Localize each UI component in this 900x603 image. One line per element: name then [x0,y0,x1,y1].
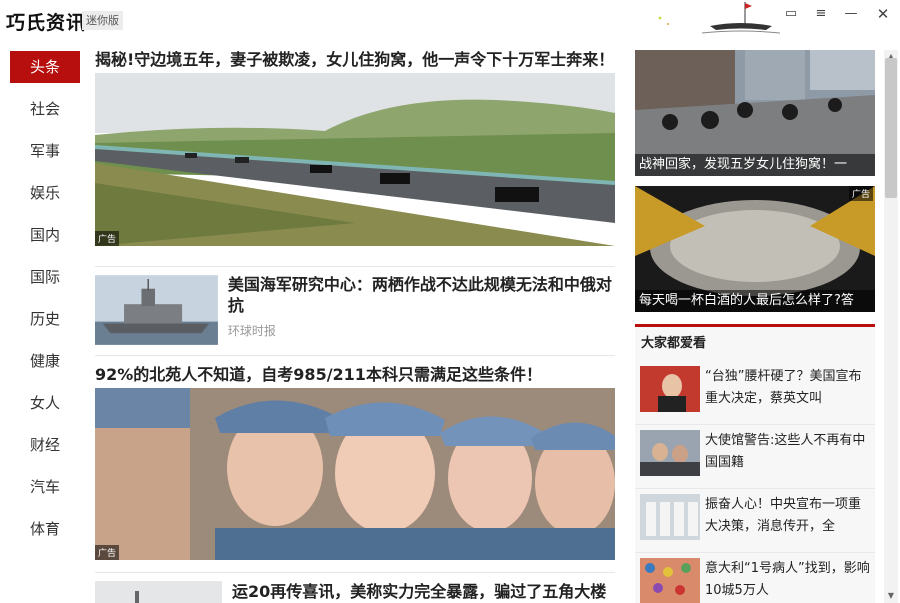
article-source: 环球时报 [227,324,276,338]
popular-item[interactable]: 振奋人心！中央宣布一项重大决策，消息传开，全 [635,489,875,553]
popular-title: 大使馆警告:这些人不再有中国国籍 [705,433,866,470]
app-logo: 巧氏资讯 [6,12,87,34]
ad-caption: 战神回家，发现五岁女儿住狗窝！一 [635,154,875,176]
sidebar-right: 战神回家，发现五岁女儿住狗窝！一 广告 每天喝一杯白酒的人最后怎么样了?答 大家… [635,50,875,603]
divider [95,266,615,267]
article-title[interactable]: 92%的北苑人不知道，自考985/211本科只需满足这些条件！ [95,364,615,386]
popular-title: 振奋人心！中央宣布一项重大决策，消息传开，全 [705,497,862,534]
popular-title: 意大利“1号病人”找到，影响10城5万人 [705,561,870,598]
popular-item[interactable]: 大使馆警告:这些人不再有中国国籍 [635,425,875,489]
nav-item-auto[interactable]: 汽车 [10,471,80,503]
popular-thumbnail [640,558,700,603]
divider [95,572,615,573]
scrollbar[interactable]: ▲ ▼ [884,50,898,603]
ad-card[interactable]: 战神回家，发现五岁女儿住狗窝！一 [635,50,875,176]
feed-item-ad[interactable]: 揭秘!守边境五年，妻子被欺凌，女儿住狗窝，他一声令下十万军士奔来！ 广告 [95,40,615,246]
nav-item-society[interactable]: 社会 [10,93,80,125]
popular-section: 大家都爱看 “台独”腰杆硬了？美国宣布重大决定，蔡英文叫 大使馆警告:这些人不再… [635,324,875,603]
popular-heading: 大家都爱看 [641,336,707,351]
mini-version-badge: 迷你版 [82,11,123,30]
nav-item-military[interactable]: 军事 [10,135,80,167]
nav-item-sports[interactable]: 体育 [10,513,80,545]
article-image[interactable]: 广告 [95,388,615,560]
popular-item[interactable]: 意大利“1号病人”找到，影响10城5万人 [635,553,875,603]
feed-item[interactable]: 运20再传喜讯，美称实力完全暴露，骗过了五角大楼 [95,581,615,603]
popular-title: “台独”腰杆硬了？美国宣布重大决定，蔡英文叫 [705,369,862,406]
ship-decoration-icon [658,2,781,34]
article-title[interactable]: 美国海军研究中心：两栖作战不达此规模无法和中俄对抗 [228,274,615,316]
nav-item-headlines[interactable]: 头条 [10,51,80,83]
nav-item-finance[interactable]: 财经 [10,429,80,461]
nav-item-domestic[interactable]: 国内 [10,219,80,251]
popular-item[interactable]: “台独”腰杆硬了？美国宣布重大决定，蔡英文叫 [635,361,875,425]
nav-item-health[interactable]: 健康 [10,345,80,377]
minimize-button[interactable]: — [840,4,862,24]
title-bar: 巧氏资讯 迷你版 ▭ ≡ — ✕ [0,0,900,40]
article-title[interactable]: 揭秘!守边境五年，妻子被欺凌，女儿住狗窝，他一声令下十万军士奔来！ [95,49,615,71]
ad-card[interactable]: 广告 每天喝一杯白酒的人最后怎么样了?答 [635,186,875,312]
ad-caption: 每天喝一杯白酒的人最后怎么样了?答 [635,290,875,312]
article-thumbnail [95,581,222,603]
popular-thumbnail [640,366,700,412]
popular-thumbnail [640,430,700,476]
nav-item-history[interactable]: 历史 [10,303,80,335]
article-image[interactable]: 广告 [95,73,615,246]
scroll-down-icon[interactable]: ▼ [884,589,898,603]
nav-item-women[interactable]: 女人 [10,387,80,419]
ad-tag: 广告 [95,545,120,560]
article-title[interactable]: 运20再传喜讯，美称实力完全暴露，骗过了五角大楼 [232,581,606,603]
article-thumbnail [95,275,218,345]
news-feed: 揭秘!守边境五年，妻子被欺凌，女儿住狗窝，他一声令下十万军士奔来！ 广告 美国海… [95,40,615,603]
feed-item-ad[interactable]: 92%的北苑人不知道，自考985/211本科只需满足这些条件！ 广告 [95,356,615,560]
nav-item-entertainment[interactable]: 娱乐 [10,177,80,209]
close-button[interactable]: ✕ [872,4,894,24]
feed-item[interactable]: 美国海军研究中心：两栖作战不达此规模无法和中俄对抗 环球时报 [95,274,615,346]
screen-mode-button[interactable]: ▭ [780,4,802,24]
category-nav: 头条 社会 军事 娱乐 国内 国际 历史 健康 女人 财经 汽车 体育 [10,51,80,555]
nav-item-international[interactable]: 国际 [10,261,80,293]
menu-button[interactable]: ≡ [810,4,832,24]
ad-tag: 广告 [95,231,120,246]
ad-tag: 广告 [848,186,873,201]
scroll-thumb[interactable] [885,58,897,198]
popular-thumbnail [640,494,700,540]
